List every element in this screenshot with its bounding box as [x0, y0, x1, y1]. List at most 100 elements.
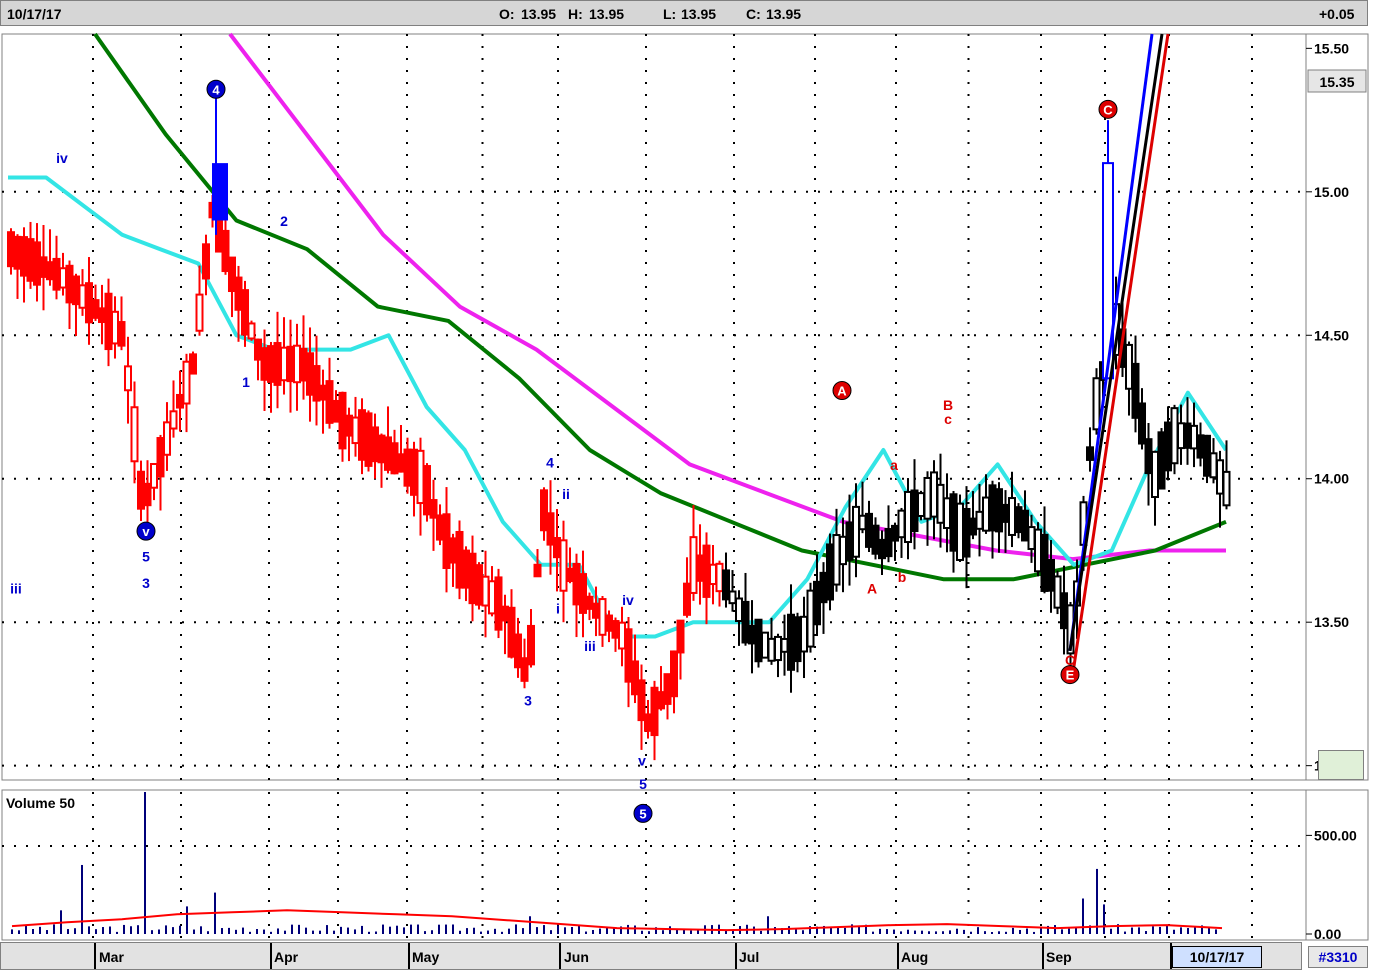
price-bar — [1027, 526, 1036, 550]
price-bar — [670, 650, 678, 698]
price-bar — [1183, 422, 1192, 449]
price-bar — [436, 514, 444, 541]
price-bar — [624, 628, 633, 683]
price-bar — [78, 284, 87, 309]
volume-ma-line — [11, 909, 1223, 932]
price-bar — [137, 470, 145, 510]
price-bar — [559, 539, 568, 592]
price-bar — [943, 497, 951, 530]
price-bar — [293, 344, 301, 384]
price-bar — [462, 549, 470, 589]
wave-label: a — [890, 457, 898, 473]
price-bar — [696, 554, 704, 582]
chart-settings-icon[interactable] — [1318, 750, 1364, 780]
trend-line — [1068, 33, 1164, 652]
price-bar — [371, 426, 379, 463]
price-bar — [676, 619, 685, 654]
price-bar — [845, 521, 854, 561]
volume-panel — [1, 789, 1307, 941]
price-volume-chart[interactable]: iiiivv5342134iiiiiiivv55AAabBcCCE 13.001… — [0, 0, 1400, 970]
price-bar — [1125, 343, 1133, 390]
month-label: Aug — [901, 949, 929, 965]
wave-labels: iiiivv5342134iiiiiiivv55AAabBcCCE — [10, 79, 1118, 823]
price-bar — [150, 463, 158, 489]
wave-label-circle — [136, 521, 156, 541]
price-bar — [494, 576, 503, 631]
price-bar — [871, 524, 880, 555]
price-bar — [468, 552, 477, 605]
price-bar — [605, 614, 613, 632]
price-bar — [969, 517, 977, 536]
price-bar — [735, 597, 743, 623]
price-bar — [163, 421, 171, 456]
price-bar — [195, 293, 204, 332]
price-bar — [637, 679, 646, 722]
wave-label: A — [837, 384, 847, 399]
price-bar — [631, 660, 639, 696]
price-bar — [312, 365, 321, 402]
price-bar — [442, 513, 451, 569]
price-bar — [1164, 421, 1172, 472]
price-bar — [923, 476, 932, 520]
price-bar — [553, 537, 561, 559]
wave-label: iii — [584, 638, 596, 654]
price-tick-label: 15.00 — [1314, 184, 1349, 200]
price-bar — [13, 235, 22, 270]
price-bar — [982, 496, 990, 532]
month-label: Apr — [274, 949, 299, 965]
month-label: Jul — [739, 949, 760, 965]
price-bar — [286, 345, 295, 383]
price-bar — [1144, 438, 1153, 475]
price-bar — [20, 236, 28, 277]
volume-bars — [11, 792, 1223, 934]
price-bar — [1001, 503, 1010, 523]
price-bar — [592, 602, 600, 619]
current-price-tag: 15.35 — [1319, 74, 1354, 90]
wave-label: iv — [622, 592, 634, 608]
price-bar — [533, 563, 542, 578]
wave-label-circle — [832, 381, 852, 401]
wave-label: iv — [56, 150, 68, 166]
price-bar — [761, 631, 769, 659]
price-bar — [267, 345, 275, 383]
wave-label: 5 — [639, 806, 646, 821]
wave-label: 4 — [546, 454, 554, 470]
price-bar — [1040, 533, 1049, 592]
price-bar — [46, 261, 54, 281]
wave-label: 5 — [142, 549, 150, 565]
price-bar — [767, 637, 776, 662]
price-bar — [540, 489, 548, 532]
bar-counter: #3310 — [1308, 946, 1368, 968]
date-box[interactable]: 10/17/17 — [1172, 946, 1262, 968]
wave-label: b — [898, 569, 907, 585]
trend-lines — [1068, 33, 1170, 680]
price-bar — [33, 241, 41, 286]
price-bar — [1092, 377, 1101, 431]
price-bar — [910, 489, 919, 533]
price-bar — [566, 567, 574, 583]
price-bar — [189, 353, 197, 375]
price-bar — [475, 564, 483, 606]
price-bar — [397, 453, 405, 473]
price-bar — [1118, 328, 1127, 368]
time-axis: Mar Apr May Jun Jul Aug Sep O — [0, 942, 1302, 970]
month-tick — [408, 943, 410, 969]
price-bar — [98, 307, 106, 324]
price-bar — [527, 624, 535, 666]
wave-label: 3 — [142, 575, 150, 591]
price-bar — [962, 507, 971, 558]
wave-label: v — [638, 753, 646, 769]
volume-axis: 0.00 500.00 — [1306, 827, 1357, 942]
price-bar — [117, 321, 126, 347]
price-bar — [1170, 407, 1179, 465]
price-bar — [741, 600, 750, 644]
wave-label: E — [1066, 668, 1075, 683]
highlight-bar — [1102, 162, 1114, 380]
price-bar — [546, 512, 555, 546]
price-bar — [520, 657, 529, 682]
price-bar — [728, 590, 737, 605]
price-bar — [1034, 528, 1042, 573]
price-bar — [956, 502, 964, 561]
price-bar — [800, 615, 808, 653]
price-bar — [995, 488, 1003, 533]
